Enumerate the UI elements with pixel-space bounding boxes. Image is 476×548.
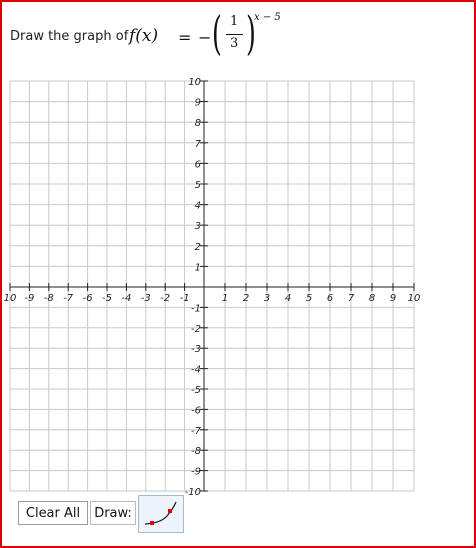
y-tick-label: 7 bbox=[195, 139, 202, 150]
y-tick-label: -7 bbox=[191, 426, 202, 437]
y-tick-label: -1 bbox=[191, 303, 201, 314]
y-tick-label: -4 bbox=[191, 365, 201, 376]
x-tick-label: 4 bbox=[285, 293, 291, 304]
y-tick-label: 4 bbox=[195, 201, 201, 212]
y-tick-label: -6 bbox=[191, 405, 201, 416]
graph-controls: Clear All Draw: bbox=[18, 495, 218, 537]
draw-tool-button[interactable] bbox=[138, 495, 184, 533]
y-tick-label: -8 bbox=[191, 446, 201, 457]
x-tick-label: 7 bbox=[348, 293, 355, 304]
y-tick-label: -3 bbox=[191, 344, 201, 355]
y-tick-label: 5 bbox=[195, 180, 201, 191]
y-tick-label: 3 bbox=[195, 221, 201, 232]
y-tick-label: -9 bbox=[191, 467, 201, 478]
draw-label: Draw: bbox=[90, 501, 136, 525]
y-tick-label: 2 bbox=[195, 242, 201, 253]
x-tick-label: 3 bbox=[264, 293, 270, 304]
x-tick-label: 6 bbox=[327, 293, 333, 304]
y-tick-label: 6 bbox=[195, 159, 201, 170]
x-tick-label: -2 bbox=[160, 293, 170, 304]
exponential-curve-icon bbox=[144, 501, 177, 525]
clear-all-button[interactable]: Clear All bbox=[18, 501, 88, 525]
y-tick-label: 8 bbox=[195, 118, 201, 129]
x-tick-label: 10 bbox=[408, 293, 421, 304]
x-tick-label: -6 bbox=[83, 293, 93, 304]
x-tick-label: -3 bbox=[141, 293, 151, 304]
x-tick-label: 9 bbox=[390, 293, 396, 304]
x-tick-label: -7 bbox=[63, 293, 74, 304]
x-tick-label: -8 bbox=[44, 293, 54, 304]
graph-canvas[interactable]: 10 -9 -8 -7 -6 -5 -4 -3 -2 -1 1 2 3 4 5 6 7 8 9 10 10 9 8 7 6 5 4 3… bbox=[0, 0, 476, 548]
x-tick-label: 5 bbox=[306, 293, 312, 304]
x-tick-label: 2 bbox=[243, 293, 249, 304]
x-tick-label: 1 bbox=[222, 293, 228, 304]
x-tick-label: -5 bbox=[102, 293, 112, 304]
y-tick-label: -5 bbox=[191, 385, 201, 396]
y-tick-label: -2 bbox=[191, 324, 201, 335]
x-tick-label: -1 bbox=[180, 293, 190, 304]
y-tick-label: 1 bbox=[195, 262, 201, 273]
y-tick-label: 10 bbox=[188, 77, 201, 88]
y-tick-label: 9 bbox=[195, 98, 201, 109]
x-tick-label: 8 bbox=[369, 293, 375, 304]
x-tick-label: 10 bbox=[4, 293, 17, 304]
x-tick-label: -9 bbox=[24, 293, 34, 304]
x-tick-label: -4 bbox=[121, 293, 131, 304]
